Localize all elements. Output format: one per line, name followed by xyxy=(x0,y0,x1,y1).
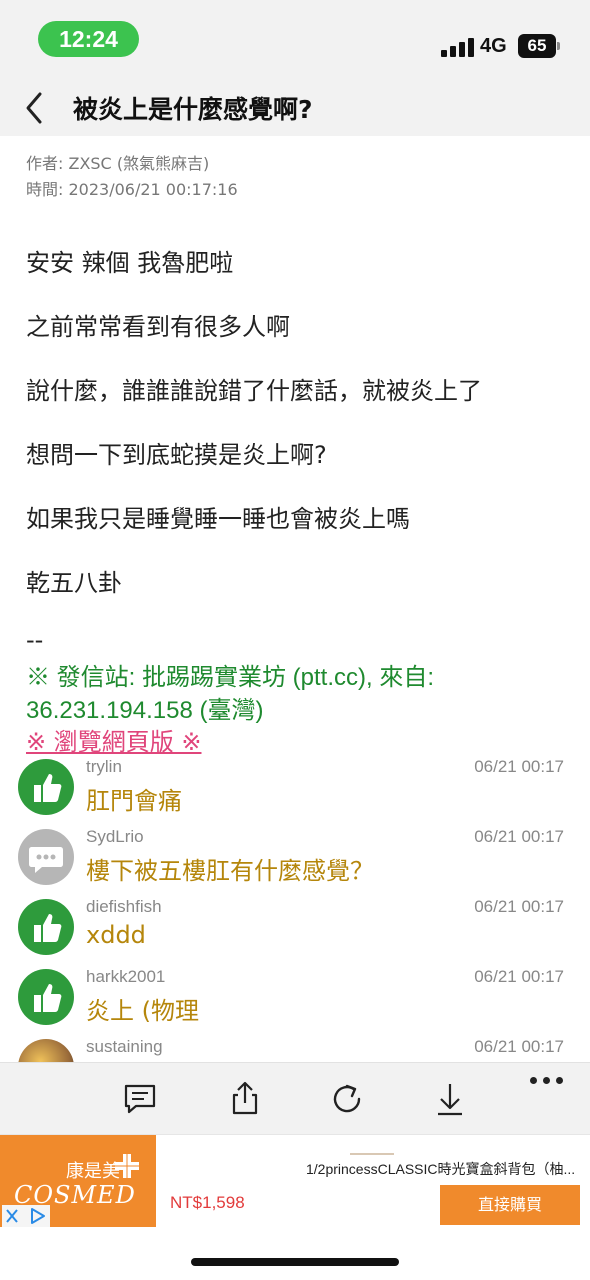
comment-text: 肛門會痛 xyxy=(86,787,182,815)
post-author: 作者: ZXSC (煞氣熊麻吉) xyxy=(26,154,210,173)
network-label: 4G xyxy=(480,35,507,57)
battery-icon: 65 xyxy=(518,34,560,58)
comment-time: 06/21 00:17 xyxy=(474,1037,564,1056)
ad-logo: 康是美 COSMED xyxy=(0,1135,156,1227)
comment-text: 樓下被五樓肛有什麼感覺？ xyxy=(86,857,374,885)
article-line: 如果我只是睡覺睡一睡也會被炎上嗎 xyxy=(26,505,410,533)
comment-time: 06/21 00:17 xyxy=(474,967,564,986)
thumbs-up-icon xyxy=(18,759,74,815)
status-time: 12:24 xyxy=(38,21,139,57)
page-title: 被炎上是什麼感覺啊? xyxy=(73,95,313,124)
thumbs-up-icon xyxy=(18,899,74,955)
ad-banner[interactable]: 康是美 COSMED 1/2princessCLASSIC時光寶盒斜背包（柚..… xyxy=(0,1134,590,1227)
ad-price: NT$1,598 xyxy=(170,1193,245,1212)
user-avatar xyxy=(18,1039,74,1062)
buy-now-button[interactable]: 直接購買 xyxy=(440,1185,580,1225)
comment-user: SydLrio xyxy=(86,827,144,846)
ad-product-title[interactable]: 1/2princessCLASSIC時光寶盒斜背包（柚... xyxy=(306,1159,575,1179)
comment-item: harkk2001 06/21 00:17 炎上 (物理 xyxy=(0,967,590,1037)
comment-text: 炎上 (物理 xyxy=(86,997,199,1025)
comment-item: trylin 06/21 00:17 肛門會痛 xyxy=(0,757,590,827)
comment-item: sustaining 06/21 00:17 xyxy=(0,1037,590,1062)
article-line: 說什麼，誰誰誰說錯了什麼話，就被炎上了 xyxy=(26,377,482,405)
cross-logo-icon xyxy=(115,1154,139,1178)
article-line: 之前常常看到有很多人啊 xyxy=(26,313,290,341)
battery-level: 65 xyxy=(518,34,556,58)
web-version-link[interactable]: ※ 瀏覽網頁版 ※ xyxy=(26,722,201,757)
comment-time: 06/21 00:17 xyxy=(474,827,564,846)
ad-brand-cn: 康是美 xyxy=(66,1161,120,1182)
comment-item: diefishfish 06/21 00:17 xddd xyxy=(0,897,590,967)
home-indicator xyxy=(191,1258,399,1266)
comment-item: SydLrio 06/21 00:17 樓下被五樓肛有什麼感覺？ xyxy=(0,827,590,897)
article-line: 乾五八卦 xyxy=(26,569,122,597)
comment-user: harkk2001 xyxy=(86,967,166,986)
comment-time: 06/21 00:17 xyxy=(474,897,564,916)
message-icon xyxy=(18,829,74,885)
status-bar: 12:24 4G 65 xyxy=(0,0,590,78)
signal-icon xyxy=(441,37,475,57)
signature-divider: -- xyxy=(26,626,44,654)
thumbs-up-icon xyxy=(18,969,74,1025)
more-icon[interactable] xyxy=(526,1071,566,1091)
refresh-icon[interactable] xyxy=(327,1079,367,1119)
comment-time: 06/21 00:17 xyxy=(474,757,564,776)
download-icon[interactable] xyxy=(430,1079,470,1119)
comment-text: xddd xyxy=(86,921,146,949)
comment-user: diefishfish xyxy=(86,897,162,916)
comment-icon[interactable] xyxy=(120,1079,160,1119)
chevron-left-icon xyxy=(26,92,42,124)
signature-ip: 36.231.194.158 (臺灣) xyxy=(26,697,264,724)
product-thumbnail xyxy=(350,1153,394,1155)
article-line: 安安 辣個 我魯肥啦 xyxy=(26,249,234,277)
bottom-toolbar xyxy=(0,1062,590,1134)
post-time: 時間: 2023/06/21 00:17:16 xyxy=(26,180,238,199)
ad-close-button[interactable] xyxy=(2,1205,50,1227)
comment-user: trylin xyxy=(86,757,122,776)
article-line: 想問一下到底蛇摸是炎上啊? xyxy=(26,441,327,469)
signature-source: ※ 發信站: 批踢踢實業坊 (ptt.cc), 來自: xyxy=(26,664,435,691)
nav-bar: 被炎上是什麼感覺啊? xyxy=(0,78,590,136)
back-button[interactable] xyxy=(16,86,56,130)
comment-user: sustaining xyxy=(86,1037,163,1056)
share-icon[interactable] xyxy=(225,1079,265,1119)
